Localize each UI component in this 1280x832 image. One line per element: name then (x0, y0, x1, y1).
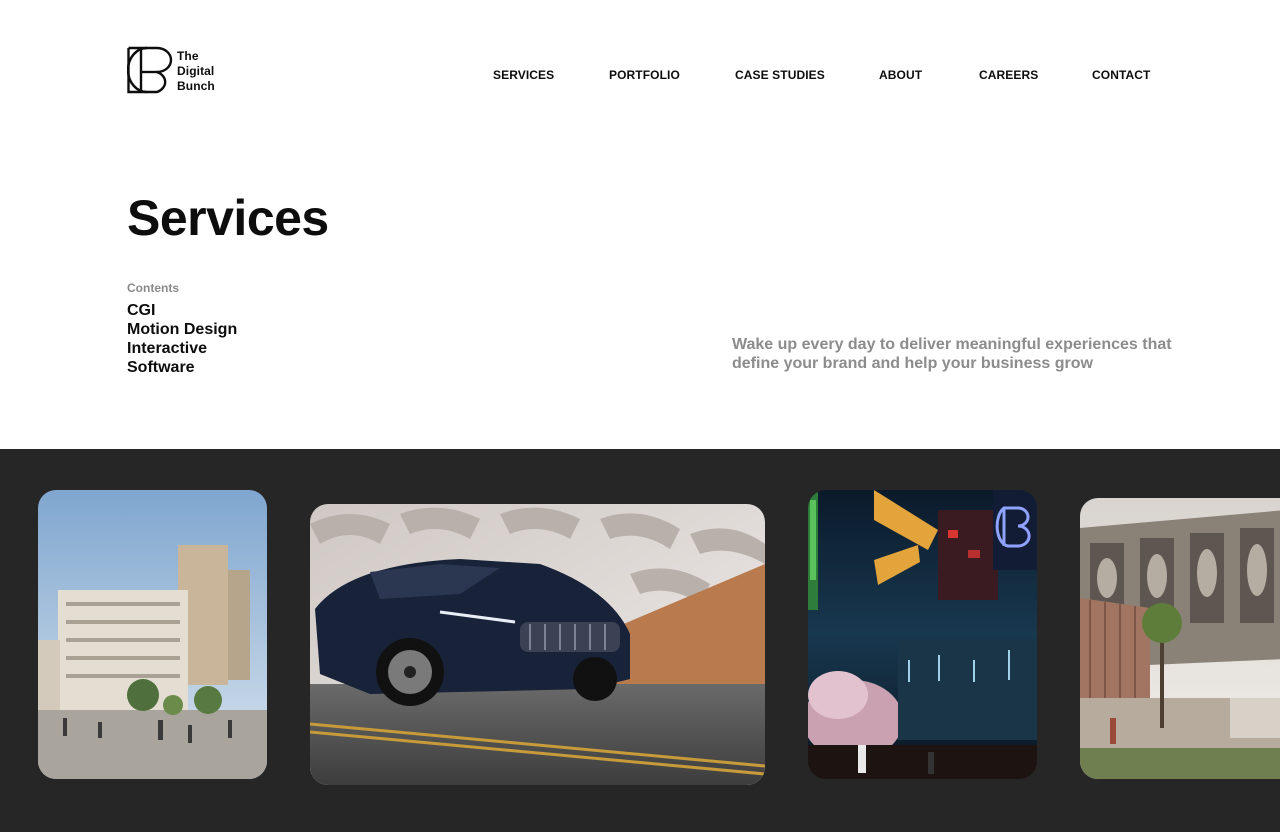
portfolio-gallery (0, 449, 1280, 832)
contents-list: CGI Motion Design Interactive Software (127, 301, 237, 377)
residential-architecture-image (38, 490, 267, 779)
contents-label: Contents (127, 281, 179, 295)
contents-item-software[interactable]: Software (127, 358, 237, 377)
contents-item-cgi[interactable]: CGI (127, 301, 237, 320)
nav-portfolio[interactable]: PORTFOLIO (609, 68, 680, 82)
nav-contact[interactable]: CONTACT (1092, 68, 1150, 82)
dark-blue-sedan-image (310, 504, 765, 785)
brand-name-line: The (177, 49, 199, 63)
nav-about[interactable]: ABOUT (879, 68, 922, 82)
neon-night-street-image (808, 490, 1037, 779)
contents-item-motion-design[interactable]: Motion Design (127, 320, 237, 339)
site-header: The Digital Bunch SERVICES PORTFOLIO CAS… (0, 0, 1280, 150)
contents-link[interactable]: CGI (127, 302, 155, 319)
gallery-card-residential[interactable] (38, 490, 267, 779)
nav-careers[interactable]: CAREERS (979, 68, 1038, 82)
contents-item-interactive[interactable]: Interactive (127, 339, 237, 358)
gallery-card-car[interactable] (310, 504, 765, 785)
contents-link[interactable]: Interactive (127, 340, 207, 357)
contents-link[interactable]: Software (127, 359, 195, 376)
gallery-card-neon[interactable] (808, 490, 1037, 779)
nav-case-studies[interactable]: CASE STUDIES (735, 68, 825, 82)
nav-services[interactable]: SERVICES (493, 68, 554, 82)
contents-link[interactable]: Motion Design (127, 321, 237, 338)
tagline: Wake up every day to deliver meaningful … (732, 336, 1172, 372)
gallery-card-building[interactable] (1080, 498, 1280, 779)
main-nav: SERVICES PORTFOLIO CASE STUDIES ABOUT CA… (0, 68, 1280, 84)
page-title: Services (127, 190, 329, 246)
modern-building-exterior-image (1080, 498, 1280, 779)
